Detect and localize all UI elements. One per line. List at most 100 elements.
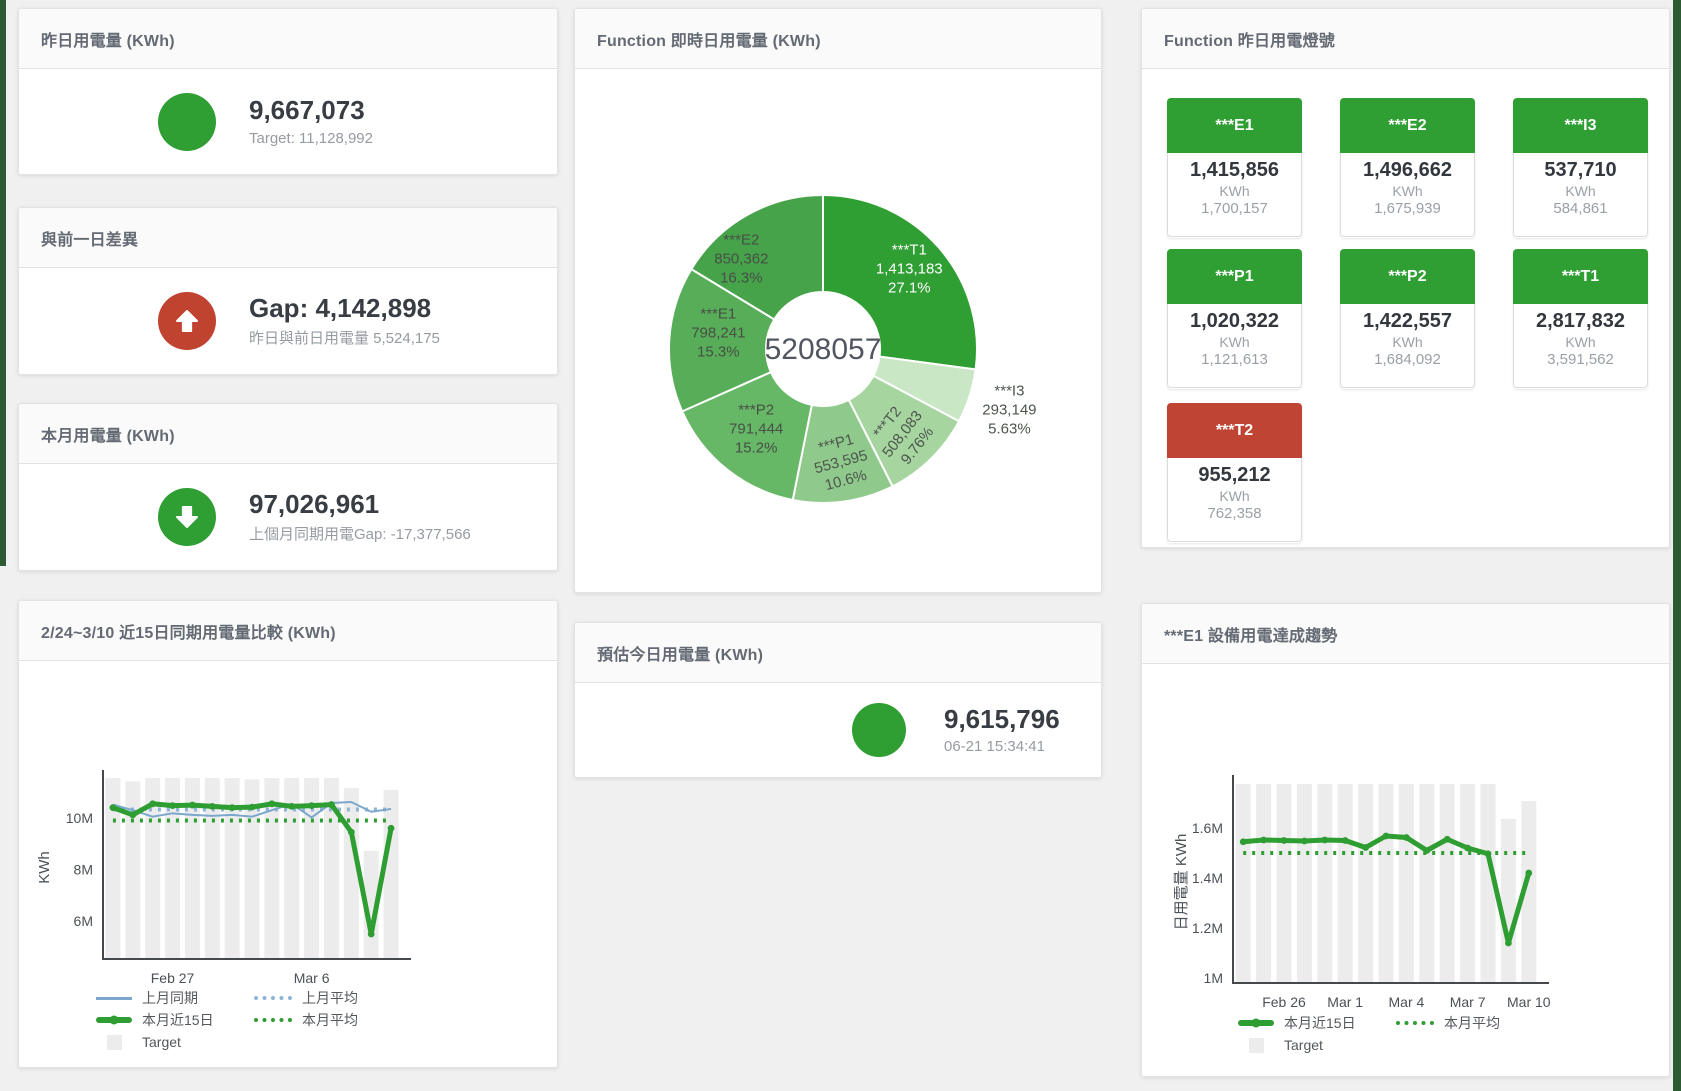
series-point xyxy=(268,800,275,807)
tile-unit: KWh xyxy=(1168,334,1301,350)
y-axis-tick: 10M xyxy=(66,810,93,826)
panel-title: Function 即時日用電量 (KWh) xyxy=(597,27,821,51)
target-bar xyxy=(1236,784,1251,983)
legend-item[interactable]: 上月平均 xyxy=(254,988,358,1008)
x-axis-tick: Mar 7 xyxy=(1450,994,1486,1010)
series-point xyxy=(1240,838,1247,845)
panel-header-month[interactable]: 本月用電量 (KWh) xyxy=(19,404,557,464)
panel-lights: Function 昨日用電燈號 ***E1 1,415,856 KWh 1,70… xyxy=(1141,8,1670,548)
legend-label: 本月近15日 xyxy=(1284,1013,1356,1033)
panel-header-estimate[interactable]: 預估今日用電量 (KWh) xyxy=(575,623,1101,683)
tile-target: 1,684,092 xyxy=(1341,351,1474,368)
light-tile-t2: ***T2 955,212 KWh 762,358 xyxy=(1167,403,1302,543)
target-bar xyxy=(1256,784,1271,983)
target-bar xyxy=(1317,784,1332,983)
panel-compare-chart: 2/24~3/10 近15日同期用電量比較 (KWh) 6M8M10MFeb 2… xyxy=(18,600,558,1068)
x-axis-tick: Feb 27 xyxy=(151,970,195,986)
panel-header-yesterday[interactable]: 昨日用電量 (KWh) xyxy=(19,9,557,69)
tile-value: 1,415,856 xyxy=(1168,159,1301,182)
legend-item[interactable]: 本月近15日 xyxy=(1238,1013,1396,1033)
legend-label: Target xyxy=(1284,1037,1323,1053)
legend-sample xyxy=(254,996,292,1000)
series-point xyxy=(388,825,395,832)
tile-unit: KWh xyxy=(1341,183,1474,199)
light-tile-p2: ***P2 1,422,557 KWh 1,684,092 xyxy=(1340,249,1475,389)
panel-title: 2/24~3/10 近15日同期用電量比較 (KWh) xyxy=(41,619,336,643)
target-bar xyxy=(1440,784,1455,983)
y-axis-label: 日用電量 KWh xyxy=(1173,834,1190,931)
x-axis-tick: Mar 6 xyxy=(294,970,330,986)
compare-chart-legend: 上月同期上月平均本月近15日 本月平均 Target xyxy=(96,987,358,1053)
series-point xyxy=(1383,833,1390,840)
legend-label: Target xyxy=(142,1034,181,1050)
target-bar xyxy=(1297,784,1312,983)
panel-header-compare[interactable]: 2/24~3/10 近15日同期用電量比較 (KWh) xyxy=(19,601,557,661)
legend-sample xyxy=(1238,1020,1274,1026)
legend-item[interactable]: Target xyxy=(96,1034,181,1050)
legend-item[interactable]: 上月同期 xyxy=(96,988,254,1008)
stat-content: 9,667,073 Target: 11,128,992 xyxy=(19,69,557,174)
panel-title: 本月用電量 (KWh) xyxy=(41,422,175,446)
window-edge-left xyxy=(0,0,6,566)
daily-donut-chart: ***T11,413,18327.1%***I3293,1495.63%***T… xyxy=(575,69,1102,593)
tile-target: 1,675,939 xyxy=(1341,200,1474,217)
target-bar xyxy=(1399,784,1414,983)
legend-sample xyxy=(96,1017,132,1023)
stat-content: 97,026,961 上個月同期用電Gap: -17,377,566 xyxy=(19,464,557,570)
stat-subtext: 上個月同期用電Gap: -17,377,566 xyxy=(249,523,471,544)
panel-header-donut[interactable]: Function 即時日用電量 (KWh) xyxy=(575,9,1101,69)
series-point xyxy=(348,829,355,836)
tile-value: 1,496,662 xyxy=(1341,159,1474,182)
legend-item[interactable]: Target xyxy=(1238,1037,1323,1053)
target-bar xyxy=(1277,784,1292,983)
series-point xyxy=(1485,850,1492,857)
series-point xyxy=(1321,837,1328,844)
legend-item[interactable]: 本月平均 xyxy=(1396,1013,1500,1033)
tile-header: ***I3 xyxy=(1513,98,1648,153)
tile-unit: KWh xyxy=(1168,488,1301,504)
series-point xyxy=(110,804,117,811)
tile-unit: KWh xyxy=(1168,183,1301,199)
tile-unit: KWh xyxy=(1341,334,1474,350)
tile-unit: KWh xyxy=(1514,334,1647,350)
target-bar xyxy=(1460,784,1475,983)
legend-item[interactable]: 本月平均 xyxy=(254,1010,358,1030)
panel-e1-trend: ***E1 設備用電達成趨勢 1M1.2M1.4M1.6MFeb 26Mar 1… xyxy=(1141,603,1670,1077)
legend-item[interactable]: 本月近15日 xyxy=(96,1010,254,1030)
panel-header-lights[interactable]: Function 昨日用電燈號 xyxy=(1142,9,1669,69)
compare-chart: 6M8M10MFeb 27Mar 6KWh xyxy=(19,661,558,996)
legend-sample xyxy=(1249,1038,1264,1053)
panel-header-trend[interactable]: ***E1 設備用電達成趨勢 xyxy=(1142,604,1669,664)
panel-estimate-today: 預估今日用電量 (KWh) 9,615,796 06-21 15:34:41 xyxy=(574,622,1102,778)
stat-value: 9,667,073 xyxy=(249,96,373,125)
tile-value: 537,710 xyxy=(1514,159,1647,182)
target-bar xyxy=(1338,784,1353,983)
y-axis-tick: 1.2M xyxy=(1192,920,1223,936)
tile-value: 2,817,832 xyxy=(1514,310,1647,333)
tile-header: ***T1 xyxy=(1513,249,1648,304)
stat-content: Gap: 4,142,898 昨日與前日用電量 5,524,175 xyxy=(19,268,557,374)
series-point xyxy=(1444,836,1451,843)
status-circle xyxy=(158,93,216,151)
tile-target: 1,700,157 xyxy=(1168,200,1301,217)
y-axis-label: KWh xyxy=(36,851,53,884)
tile-target: 3,591,562 xyxy=(1514,351,1647,368)
legend-label: 本月平均 xyxy=(302,1010,358,1030)
y-axis-tick: 6M xyxy=(74,913,93,929)
tile-value: 955,212 xyxy=(1168,464,1301,487)
panel-title: 預估今日用電量 (KWh) xyxy=(597,641,763,665)
legend-sample xyxy=(107,1035,122,1050)
status-circle xyxy=(158,292,216,350)
y-axis-tick: 1.6M xyxy=(1192,820,1223,836)
panel-daily-donut: Function 即時日用電量 (KWh) ***T11,413,18327.1… xyxy=(574,8,1102,593)
target-bar xyxy=(1419,784,1434,983)
light-tile-t1: ***T1 2,817,832 KWh 3,591,562 xyxy=(1513,249,1648,389)
series-point xyxy=(368,931,375,938)
series-point xyxy=(1403,834,1410,841)
light-tile-i3: ***I3 537,710 KWh 584,861 xyxy=(1513,98,1648,238)
donut-center-value: 5208057 xyxy=(765,333,882,366)
panel-header-day-gap[interactable]: 與前一日差異 xyxy=(19,208,557,268)
stat-subtext: Target: 11,128,992 xyxy=(249,130,373,147)
target-bar xyxy=(344,788,359,959)
legend-sample xyxy=(1396,1021,1434,1025)
